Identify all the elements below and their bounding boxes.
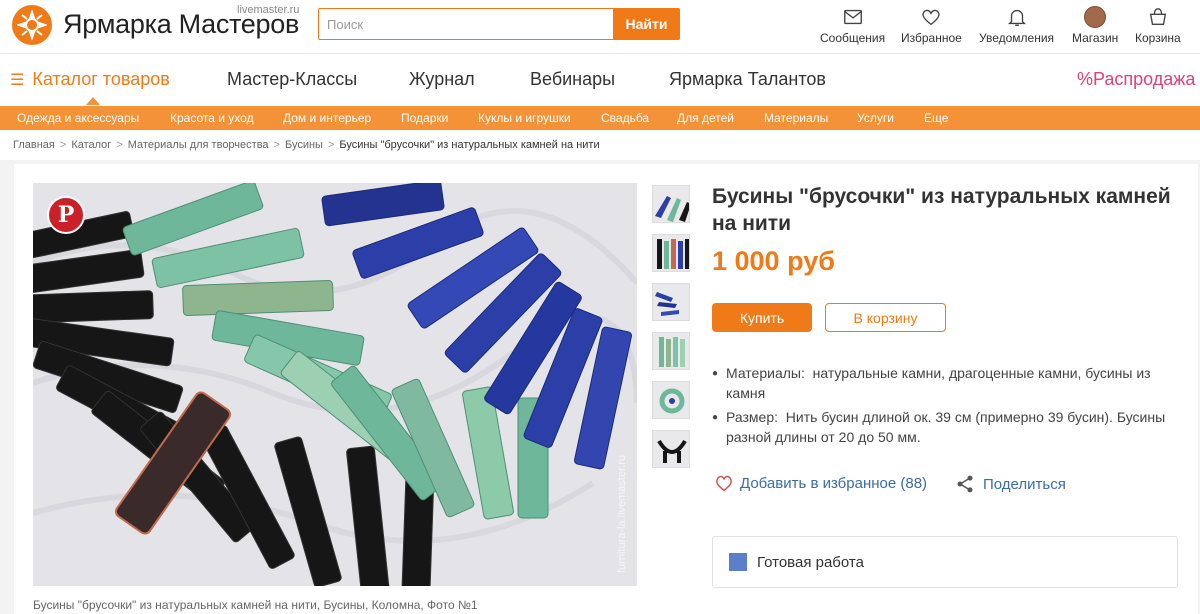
buy-button[interactable]: Купить <box>712 303 812 332</box>
basket-icon <box>1149 8 1167 26</box>
category-more[interactable]: Еще <box>924 111 948 125</box>
nav-master-classes[interactable]: Мастер-Классы <box>227 69 357 90</box>
ready-work-icon <box>729 550 750 571</box>
catalog-menu[interactable]: ☰ Каталог товаров <box>10 69 170 90</box>
shop-label: Магазин <box>1072 31 1119 45</box>
category-home[interactable]: Дом и интерьер <box>283 111 371 125</box>
share-icon <box>957 475 973 493</box>
catalog-label: Каталог товаров <box>32 69 170 89</box>
pinterest-glyph: P <box>57 202 75 228</box>
share-label: Поделиться <box>983 475 1066 493</box>
bell-icon <box>1007 9 1026 26</box>
category-beauty[interactable]: Красота и уход <box>170 111 254 125</box>
spec-size: ● Размер: Нить бусин длиной ок. 39 см (п… <box>712 407 1172 447</box>
product-specs: ● Материалы: натуральные камни, драгоцен… <box>712 363 1172 451</box>
category-bar: Одежда и аксессуары Красота и уход Дом и… <box>0 106 1200 130</box>
spec-size-label: Размер: <box>726 409 779 425</box>
search-bar: Найти <box>318 8 680 40</box>
thumbnail-3[interactable] <box>652 283 690 321</box>
add-to-favorites-link[interactable]: Добавить в избранное (88) <box>714 474 927 492</box>
messages-link[interactable]: Сообщения <box>820 6 885 48</box>
category-dolls[interactable]: Куклы и игрушки <box>478 111 571 125</box>
stone-beads-image: furnitura-la.livemaster.ru <box>33 183 637 586</box>
breadcrumb-home[interactable]: Главная <box>13 139 55 151</box>
favorites-link[interactable]: Избранное <box>901 6 962 48</box>
category-kids[interactable]: Для детей <box>677 111 734 125</box>
notifications-label: Уведомления <box>979 31 1055 45</box>
category-gifts[interactable]: Подарки <box>401 111 448 125</box>
search-button[interactable]: Найти <box>613 8 680 40</box>
add-to-cart-button[interactable]: В корзину <box>825 303 946 332</box>
nav-sale[interactable]: %Распродажа <box>1077 69 1195 90</box>
product-price: 1 000 руб <box>712 246 835 276</box>
ready-work-badge: Готовая работа <box>712 536 1178 588</box>
main-navigation: ☰ Каталог товаров Мастер-Классы Журнал Ве… <box>0 55 1200 106</box>
shop-link[interactable]: Магазин <box>1072 6 1118 48</box>
envelope-icon <box>843 9 862 25</box>
thumbnail-strip <box>652 185 692 479</box>
favorites-label: Избранное <box>901 31 962 45</box>
breadcrumb: Главная > Каталог > Материалы для творчества… <box>13 139 600 151</box>
logo-sun-icon[interactable] <box>12 5 52 45</box>
favorites-link-label: Добавить в избранное (88) <box>740 474 928 492</box>
heart-outline-icon <box>716 475 732 492</box>
list-icon: ☰ <box>10 72 25 89</box>
breadcrumb-beads[interactable]: Бусины <box>285 139 323 151</box>
share-link[interactable]: Поделиться <box>955 474 1066 494</box>
category-materials[interactable]: Материалы <box>764 111 828 125</box>
nav-journal[interactable]: Журнал <box>409 69 475 90</box>
nav-webinars[interactable]: Вебинары <box>530 69 615 90</box>
nav-talents[interactable]: Ярмарка Талантов <box>669 69 826 90</box>
cart-link[interactable]: Корзина <box>1135 6 1181 48</box>
heart-icon <box>922 9 941 26</box>
avatar <box>1084 6 1107 28</box>
site-header: Ярмарка Мастеров livemaster.ru Найти Соо… <box>0 0 1200 54</box>
breadcrumb-materials[interactable]: Материалы для творчества <box>128 139 269 151</box>
notifications-link[interactable]: Уведомления <box>979 6 1054 48</box>
cart-label: Корзина <box>1135 31 1181 45</box>
thumbnail-1[interactable] <box>652 185 690 223</box>
product-photo[interactable]: furnitura-la.livemaster.ru P <box>33 183 637 586</box>
breadcrumb-catalog[interactable]: Каталог <box>71 139 111 151</box>
spec-size-value: Нить бусин длиной ок. 39 см (примерно 39… <box>726 409 1166 445</box>
search-input[interactable] <box>318 8 613 40</box>
category-services[interactable]: Услуги <box>857 111 894 125</box>
logo-domain: livemaster.ru <box>237 4 300 16</box>
ready-work-label: Готовая работа <box>757 553 864 571</box>
thumbnail-2[interactable] <box>652 234 690 272</box>
category-clothing[interactable]: Одежда и аксессуары <box>17 111 139 125</box>
spec-materials-label: Материалы: <box>726 365 805 381</box>
thumbnail-4[interactable] <box>652 332 690 370</box>
photo-caption: Бусины "брусочки" из натуральных камней … <box>33 598 478 612</box>
product-title: Бусины "брусочки" из натуральных камней … <box>712 185 1171 235</box>
bullet-icon: ● <box>712 412 719 423</box>
breadcrumb-current: Бусины "брусочки" из натуральных камней … <box>339 139 600 151</box>
thumbnail-6[interactable] <box>652 430 690 468</box>
thumbnail-5[interactable] <box>652 381 690 419</box>
pinterest-button[interactable]: P <box>47 196 85 234</box>
spec-materials: ● Материалы: натуральные камни, драгоцен… <box>712 363 1172 403</box>
bullet-icon: ● <box>712 368 719 379</box>
catalog-caret-icon <box>86 97 100 105</box>
category-wedding[interactable]: Свадьба <box>601 111 649 125</box>
messages-label: Сообщения <box>820 31 886 45</box>
photo-watermark: furnitura-la.livemaster.ru <box>616 455 628 573</box>
